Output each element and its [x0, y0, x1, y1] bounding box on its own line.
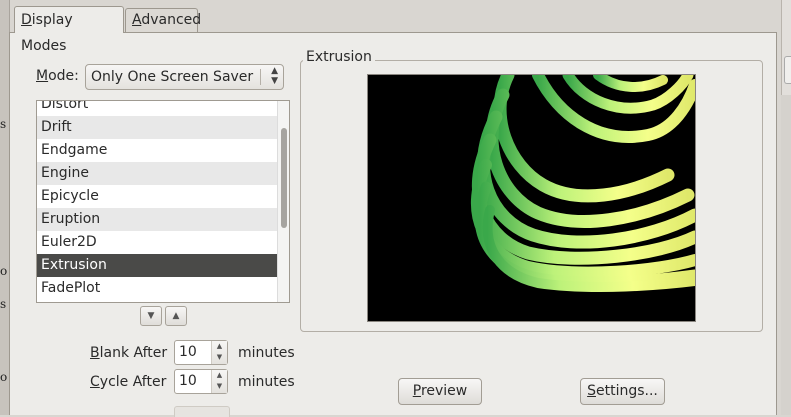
mode-dropdown[interactable]: Only One Screen Saver ▲ ▼ [85, 64, 284, 90]
list-item[interactable]: Engine [37, 162, 277, 185]
list-scrollbar-thumb[interactable] [281, 128, 287, 228]
list-item[interactable]: FadePlot [37, 277, 277, 300]
background-window-panel-right [781, 95, 791, 415]
blank-after-label: Blank After [90, 345, 168, 361]
triangle-up-icon: ▲ [172, 311, 180, 321]
tab-advanced[interactable]: Advanced [125, 8, 201, 32]
background-window-control [784, 56, 791, 84]
spinner-arrows-icon[interactable]: ▲ ▼ [211, 341, 227, 364]
dropdown-arrows-icon: ▲ ▼ [271, 66, 278, 86]
list-scrollbar[interactable] [277, 101, 289, 302]
cycle-after-spinner[interactable]: 10 ▲ ▼ [174, 369, 228, 394]
list-item[interactable]: Epicycle [37, 185, 277, 208]
list-item[interactable]: Distort [37, 101, 277, 116]
preview-frame-title: Extrusion [303, 49, 375, 65]
mode-dropdown-value: Only One Screen Saver [91, 69, 254, 85]
blank-after-spinner[interactable]: 10 ▲ ▼ [174, 340, 228, 365]
tab-display-modes[interactable]: Display Modes [14, 6, 124, 54]
list-item[interactable]: Euler2D [37, 231, 277, 254]
background-text-fragment: o [0, 370, 8, 384]
mode-label: Mode: [36, 68, 79, 84]
background-text-fragment: o [0, 264, 8, 278]
blank-after-unit: minutes [238, 345, 295, 361]
cycle-after-unit: minutes [238, 374, 295, 390]
preview-button[interactable]: Preview [398, 378, 482, 405]
background-text-fragment: s [0, 297, 7, 311]
cycle-after-value: 10 [179, 373, 197, 389]
cycle-after-label: Cycle After [90, 374, 167, 390]
screensaver-list[interactable]: Distort Drift Endgame Engine Epicycle Eruptio… [36, 100, 290, 303]
list-item[interactable]: Drift [37, 116, 277, 139]
move-up-button[interactable]: ▲ [165, 306, 187, 326]
list-item[interactable]: Endgame [37, 139, 277, 162]
list-item-selected[interactable]: Extrusion [37, 254, 277, 277]
extrusion-spiral-graphic [471, 75, 695, 292]
partially-visible-spinner [174, 406, 230, 417]
preview-screen [367, 74, 696, 322]
triangle-down-icon: ▼ [147, 311, 155, 321]
move-down-button[interactable]: ▼ [140, 306, 162, 326]
spinner-arrows-icon[interactable]: ▲ ▼ [211, 370, 227, 393]
blank-after-value: 10 [179, 344, 197, 360]
list-item[interactable]: Eruption [37, 208, 277, 231]
background-text-fragment: s [0, 117, 7, 131]
settings-button[interactable]: Settings... [580, 378, 665, 405]
